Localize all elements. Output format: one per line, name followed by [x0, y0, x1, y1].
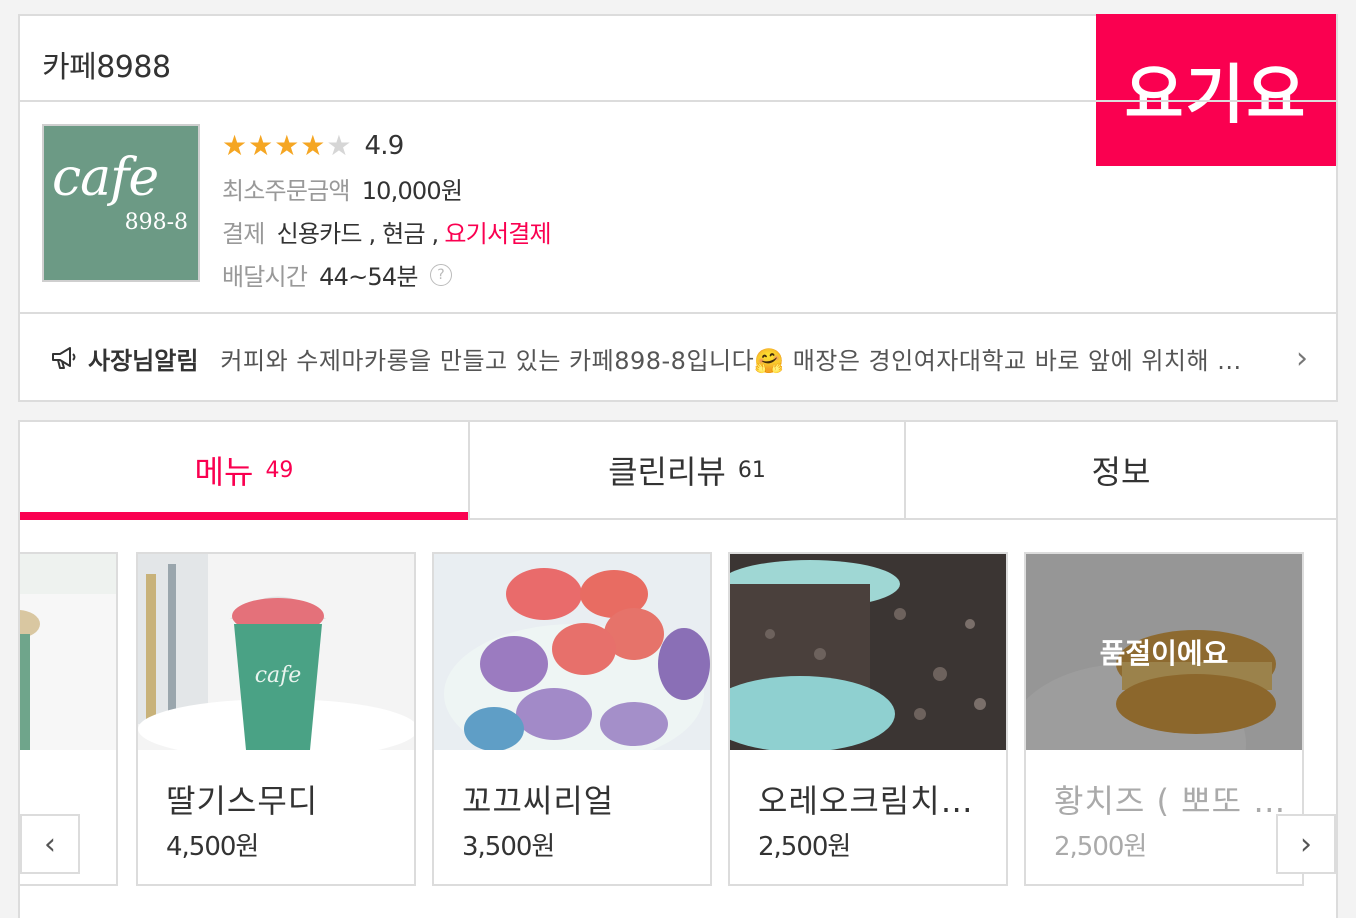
- menu-item-name: 꼬끄씨리얼: [462, 782, 615, 820]
- chevron-left-icon: ‹: [44, 826, 56, 862]
- star-rating-icon: ★★★★★: [222, 129, 353, 162]
- tab-info[interactable]: 정보: [904, 422, 1336, 518]
- megaphone-icon: [52, 347, 76, 369]
- menu-item-price: 2,500원: [758, 832, 851, 862]
- store-name: 카페8988: [42, 50, 171, 85]
- store-header-panel: 카페8988 요기요 cafe 898-8 ★★★★★ 4.9 최소주문금액 1…: [18, 14, 1338, 402]
- payment-methods: 신용카드 , 현금 ,: [276, 220, 440, 248]
- notice-title: 사장님알림: [88, 346, 199, 375]
- min-order-label: 최소주문금액: [222, 177, 350, 205]
- store-info: ★★★★★ 4.9 최소주문금액 10,000원 결제 신용카드 , 현금 , …: [222, 124, 552, 296]
- sold-out-overlay: 품절이에요: [1026, 554, 1302, 750]
- divider: [20, 312, 1336, 314]
- notice-text: 커피와 수제마카롱을 만들고 있는 카페898-8입니다🤗 매장은 경인여자대학…: [220, 346, 1242, 375]
- svg-text:cafe: cafe: [255, 663, 302, 688]
- help-icon[interactable]: ?: [429, 263, 452, 286]
- payment-row: 결제 신용카드 , 현금 , 요기서결제: [222, 210, 552, 253]
- tab-menu-label: 메뉴: [194, 453, 254, 491]
- menu-panel: 메뉴 49 클린리뷰 61 정보 cafe 딸기스무디 4,500원 꼬끄씨리얼…: [18, 420, 1338, 918]
- menu-item-name: 황치즈 ( 뽀또 ) ...: [1054, 782, 1294, 820]
- menu-item-image: [20, 554, 116, 750]
- menu-item-price: 3,500원: [462, 832, 555, 862]
- chevron-right-icon[interactable]: ›: [1296, 341, 1308, 376]
- rating-value: 4.9: [364, 130, 405, 161]
- menu-card[interactable]: 품절이에요 황치즈 ( 뽀또 ) ... 2,500원: [1024, 552, 1304, 886]
- menu-item-image: [434, 554, 710, 750]
- tab-info-label: 정보: [1091, 453, 1151, 491]
- menu-carousel: cafe 딸기스무디 4,500원 꼬끄씨리얼 3,500원 오레오크림치즈..…: [20, 552, 1336, 886]
- owner-notice[interactable]: 사장님알림 커피와 수제마카롱을 만들고 있는 카페898-8입니다🤗 매장은 …: [50, 338, 1308, 378]
- min-order-row: 최소주문금액 10,000원: [222, 167, 551, 210]
- menu-card[interactable]: 오레오크림치즈... 2,500원: [728, 552, 1008, 886]
- min-order-value: 10,000원: [361, 177, 463, 205]
- menu-item-name: 딸기스무디: [166, 782, 319, 820]
- menu-item-price: 2,500원: [1054, 832, 1147, 862]
- delivery-label: 배달시간: [222, 263, 308, 291]
- menu-item-name: 오레오크림치즈...: [758, 782, 998, 820]
- menu-item-image: [730, 554, 1006, 750]
- delivery-row: 배달시간 44~54분 ?: [222, 253, 551, 296]
- store-logo-number: 898-8: [124, 210, 188, 235]
- tab-bar: 메뉴 49 클린리뷰 61 정보: [20, 422, 1336, 520]
- yogiyo-logo: 요기요: [1096, 14, 1336, 166]
- menu-item-price: 4,500원: [166, 832, 259, 862]
- menu-card[interactable]: cafe 딸기스무디 4,500원: [136, 552, 416, 886]
- divider: [20, 100, 1336, 102]
- payment-label: 결제: [222, 220, 265, 248]
- menu-item-image: 품절이에요: [1026, 554, 1302, 750]
- store-logo-script: cafe: [52, 148, 159, 208]
- tab-reviews-count: 61: [737, 457, 766, 483]
- menu-card[interactable]: 꼬끄씨리얼 3,500원: [432, 552, 712, 886]
- payment-highlight: 요기서결제: [444, 220, 551, 248]
- carousel-prev-button[interactable]: ‹: [20, 814, 80, 874]
- tab-reviews[interactable]: 클린리뷰 61: [468, 422, 904, 518]
- delivery-value: 44~54분: [319, 263, 418, 291]
- chevron-right-icon: ›: [1300, 826, 1312, 862]
- carousel-next-button[interactable]: ›: [1276, 814, 1336, 874]
- tab-menu-count: 49: [265, 457, 294, 483]
- store-logo: cafe 898-8: [42, 124, 200, 282]
- tab-reviews-label: 클린리뷰: [608, 453, 726, 491]
- tab-menu[interactable]: 메뉴 49: [20, 422, 468, 520]
- menu-item-image: cafe: [138, 554, 414, 750]
- rating-row: ★★★★★ 4.9: [222, 124, 551, 167]
